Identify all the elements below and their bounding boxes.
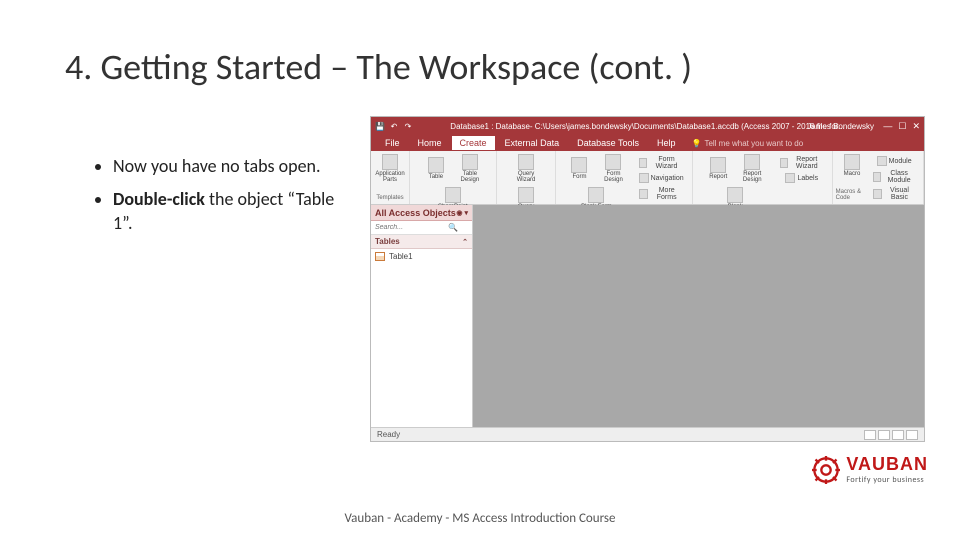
query-wizard-button[interactable]: Query Wizard <box>510 153 542 184</box>
form-wizard-button[interactable]: Form Wizard <box>636 155 687 171</box>
bullet-2-bold: Double-click <box>113 188 205 210</box>
tell-me-text: Tell me what you want to do <box>704 139 803 148</box>
view-switcher <box>864 430 918 440</box>
save-icon[interactable]: 💾 <box>375 121 385 131</box>
tab-create[interactable]: Create <box>452 136 495 150</box>
chevron-down-icon[interactable]: ▾ <box>464 209 468 217</box>
undo-icon[interactable]: ↶ <box>389 121 399 131</box>
bullet-1: Now you have no tabs open. <box>113 155 335 178</box>
nav-object-label: Table1 <box>389 252 413 261</box>
ribbon-group-forms: Form Form Design Blank Form Forms Form W… <box>556 151 692 204</box>
vauban-logo: VAUBAN Fortify your business <box>812 454 928 485</box>
window-title: Database1 : Database- C:\Users\james.bon… <box>450 122 844 131</box>
report-wizard-button[interactable]: Report Wizard <box>777 155 827 171</box>
document-canvas <box>473 205 924 427</box>
application-parts-button[interactable]: Application Parts <box>374 153 406 184</box>
tell-me[interactable]: 💡Tell me what you want to do <box>691 139 803 148</box>
form-design-button[interactable]: Form Design <box>597 153 629 184</box>
navigation-pane: All Access Objects ◉▾ 🔍 Tables ⌃ Table1 <box>371 205 473 427</box>
nav-header-label: All Access Objects <box>375 208 456 218</box>
status-bar: Ready <box>371 427 924 441</box>
nav-collapse-icon[interactable]: ◉ <box>456 209 462 217</box>
chevron-up-icon: ⌃ <box>462 238 468 246</box>
ribbon-group-reports: Report Report Design Blank Report Report… <box>693 151 833 204</box>
group-label-templates: Templates <box>376 195 403 202</box>
gear-icon <box>812 456 840 484</box>
titlebar: 💾 ↶ ↷ Database1 : Database- C:\Users\jam… <box>371 117 924 135</box>
slide-footer: Vauban - Academy - MS Access Introductio… <box>0 511 960 526</box>
slide-title: 4. Getting Started – The Workspace (cont… <box>65 45 692 89</box>
tab-file[interactable]: File <box>377 136 408 150</box>
labels-button[interactable]: Labels <box>777 172 827 185</box>
work-area: All Access Objects ◉▾ 🔍 Tables ⌃ Table1 <box>371 205 924 427</box>
maximize-icon[interactable]: ☐ <box>898 121 906 132</box>
nav-object-table1[interactable]: Table1 <box>371 249 472 263</box>
access-window: 💾 ↶ ↷ Database1 : Database- C:\Users\jam… <box>370 116 925 442</box>
view-btn-1[interactable] <box>864 430 876 440</box>
tab-database-tools[interactable]: Database Tools <box>569 136 647 150</box>
nav-category-tables[interactable]: Tables ⌃ <box>371 235 472 249</box>
macro-button[interactable]: Macro <box>836 153 868 178</box>
form-button[interactable]: Form <box>563 153 595 184</box>
view-btn-2[interactable] <box>878 430 890 440</box>
table-design-button[interactable]: Table Design <box>454 153 486 184</box>
nav-search-row: 🔍 <box>371 221 472 235</box>
ribbon-group-tables: Table Table Design SharePoint Lists Tabl… <box>410 151 497 204</box>
report-design-button[interactable]: Report Design <box>736 153 768 184</box>
more-forms-button[interactable]: More Forms <box>636 186 687 202</box>
report-button[interactable]: Report <box>702 153 734 184</box>
table-icon <box>375 252 385 261</box>
view-btn-3[interactable] <box>892 430 904 440</box>
bullet-list: Now you have no tabs open. Double-click … <box>95 155 335 245</box>
bullet-2: Double-click the object “Table 1”. <box>113 188 335 235</box>
search-icon[interactable]: 🔍 <box>448 223 458 232</box>
ribbon-group-queries: Query Wizard Query Design Queries <box>497 151 557 204</box>
close-icon[interactable]: ✕ <box>912 121 920 132</box>
redo-icon[interactable]: ↷ <box>403 121 413 131</box>
module-button[interactable]: Module <box>870 155 918 168</box>
ribbon: Application Parts Templates Table Table … <box>371 151 924 205</box>
table-button[interactable]: Table <box>420 153 452 184</box>
nav-header[interactable]: All Access Objects ◉▾ <box>371 205 472 221</box>
quick-access-toolbar: 💾 ↶ ↷ <box>375 121 413 131</box>
class-module-button[interactable]: Class Module <box>870 169 918 185</box>
ribbon-tabs: File Home Create External Data Database … <box>371 135 924 151</box>
logo-tagline: Fortify your business <box>846 475 928 485</box>
visual-basic-button[interactable]: Visual Basic <box>870 186 918 202</box>
nav-search-input[interactable] <box>375 224 445 231</box>
navigation-button[interactable]: Navigation <box>636 172 687 185</box>
status-text: Ready <box>377 430 400 439</box>
lightbulb-icon: 💡 <box>691 139 701 148</box>
signed-in-user[interactable]: James Bondewsky <box>807 122 874 131</box>
ribbon-group-templates: Application Parts Templates <box>371 151 410 204</box>
view-btn-4[interactable] <box>906 430 918 440</box>
tab-help[interactable]: Help <box>649 136 684 150</box>
nav-category-label: Tables <box>375 237 400 246</box>
tab-external-data[interactable]: External Data <box>497 136 568 150</box>
tab-home[interactable]: Home <box>410 136 450 150</box>
minimize-icon[interactable]: — <box>883 121 892 132</box>
group-label-macros: Macros & Code <box>836 189 869 202</box>
logo-brand: VAUBAN <box>846 454 928 475</box>
ribbon-group-macros: Macro Macros & Code Module Class Module … <box>833 151 924 204</box>
